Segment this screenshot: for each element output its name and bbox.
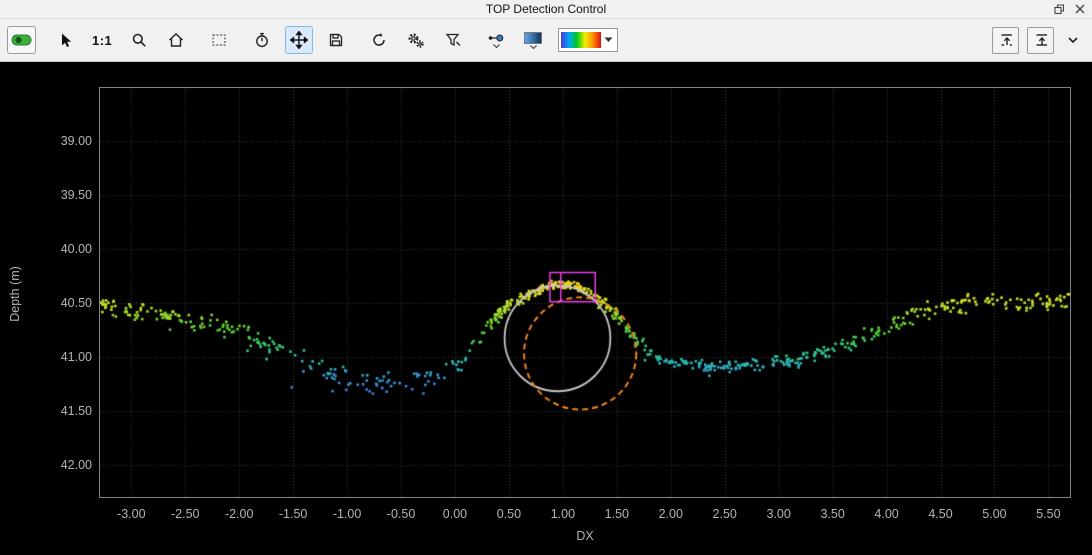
cursor-icon <box>57 32 73 48</box>
scatter-canvas[interactable] <box>100 88 1070 497</box>
y-tick-label: 41.50 <box>61 404 92 418</box>
y-tick-label: 42.00 <box>61 458 92 472</box>
node-point-icon <box>488 33 504 43</box>
pan-tool-button[interactable] <box>285 26 313 54</box>
x-tick-label: 3.00 <box>767 507 791 521</box>
float-icon <box>1054 4 1065 15</box>
x-tick-label: 0.50 <box>497 507 521 521</box>
refresh-icon <box>371 32 387 48</box>
colormap-dropdown-arrow[interactable] <box>601 32 615 48</box>
gears-icon <box>407 32 425 49</box>
x-tick-label: -2.50 <box>171 507 200 521</box>
close-button[interactable] <box>1073 2 1087 16</box>
stopwatch-icon <box>254 32 270 48</box>
y-tick-labels: 39.00 39.50 40.00 40.50 41.00 41.50 42.00 <box>0 88 92 497</box>
settings-button[interactable] <box>402 26 430 54</box>
filter-button[interactable] <box>439 26 467 54</box>
x-tick-label: 2.00 <box>659 507 683 521</box>
y-tick-label: 39.00 <box>61 134 92 148</box>
green-led-toggle-icon <box>11 33 32 47</box>
refresh-button[interactable] <box>365 26 393 54</box>
y-tick-label: 39.50 <box>61 188 92 202</box>
view-preset-button-2[interactable] <box>1027 27 1054 54</box>
toolbar: 1:1 <box>0 19 1092 62</box>
x-tick-label: 5.00 <box>982 507 1006 521</box>
zoom-region-button[interactable] <box>205 26 233 54</box>
x-tick-label: -3.00 <box>117 507 146 521</box>
x-tick-labels: -3.00 -2.50 -2.00 -1.50 -1.00 -0.50 0.00 0.50 1.… <box>100 505 1070 523</box>
x-tick-label: 4.00 <box>874 507 898 521</box>
view-preset-icon-1 <box>999 32 1012 48</box>
chevron-down-icon <box>493 44 500 48</box>
colormap-select[interactable] <box>558 28 618 52</box>
x-tick-label: -0.50 <box>387 507 416 521</box>
home-icon <box>168 32 184 48</box>
magnifier-icon <box>131 32 147 48</box>
zoom-tool-button[interactable] <box>125 26 153 54</box>
window-controls <box>1052 0 1087 18</box>
timer-button[interactable] <box>248 26 276 54</box>
chevron-down-icon <box>1067 36 1079 44</box>
filter-icon <box>445 32 461 48</box>
x-tick-label: 4.50 <box>928 507 952 521</box>
save-button[interactable] <box>322 26 350 54</box>
titlebar[interactable]: TOP Detection Control <box>0 0 1092 19</box>
zoom-region-icon <box>211 32 227 48</box>
x-tick-label: 1.00 <box>551 507 575 521</box>
top-detection-control-window: TOP Detection Control 1:1 <box>0 0 1092 555</box>
x-tick-label: 1.50 <box>605 507 629 521</box>
y-tick-label: 40.50 <box>61 296 92 310</box>
color-swatch-icon <box>524 32 542 44</box>
view-preset-icon-2 <box>1034 32 1047 48</box>
y-tick-label: 41.00 <box>61 350 92 364</box>
zoom-1to1-label: 1:1 <box>92 33 112 48</box>
cursor-tool-button[interactable] <box>51 26 79 54</box>
window-title: TOP Detection Control <box>486 2 606 16</box>
x-tick-label: 5.50 <box>1036 507 1060 521</box>
point-style-button[interactable] <box>482 24 510 56</box>
x-tick-label: -1.50 <box>279 507 308 521</box>
home-view-button[interactable] <box>162 26 190 54</box>
view-preset-button-1[interactable] <box>992 27 1019 54</box>
close-icon <box>1075 4 1085 14</box>
zoom-1to1-button[interactable]: 1:1 <box>88 26 116 54</box>
chevron-down-icon <box>530 45 537 49</box>
pan-arrows-icon <box>290 31 308 49</box>
plot-wrap: Depth (m) 39.0039.5040.0040.5041.0041.50… <box>0 62 1092 555</box>
x-tick-label: -1.00 <box>333 507 362 521</box>
float-button[interactable] <box>1052 2 1066 16</box>
save-floppy-icon <box>328 32 344 48</box>
chevron-down-icon <box>604 37 613 43</box>
y-tick-label: 40.00 <box>61 242 92 256</box>
x-tick-label: 0.00 <box>443 507 467 521</box>
x-axis-title: DX <box>576 529 593 543</box>
x-tick-label: 2.50 <box>713 507 737 521</box>
measure-toggle-button[interactable] <box>7 26 36 54</box>
x-tick-label: -2.00 <box>225 507 254 521</box>
x-tick-label: 3.50 <box>820 507 844 521</box>
toolbar-expand-button[interactable] <box>1061 27 1085 54</box>
colormap-gradient-icon <box>561 32 601 48</box>
color-swatch-button[interactable] <box>519 24 547 56</box>
